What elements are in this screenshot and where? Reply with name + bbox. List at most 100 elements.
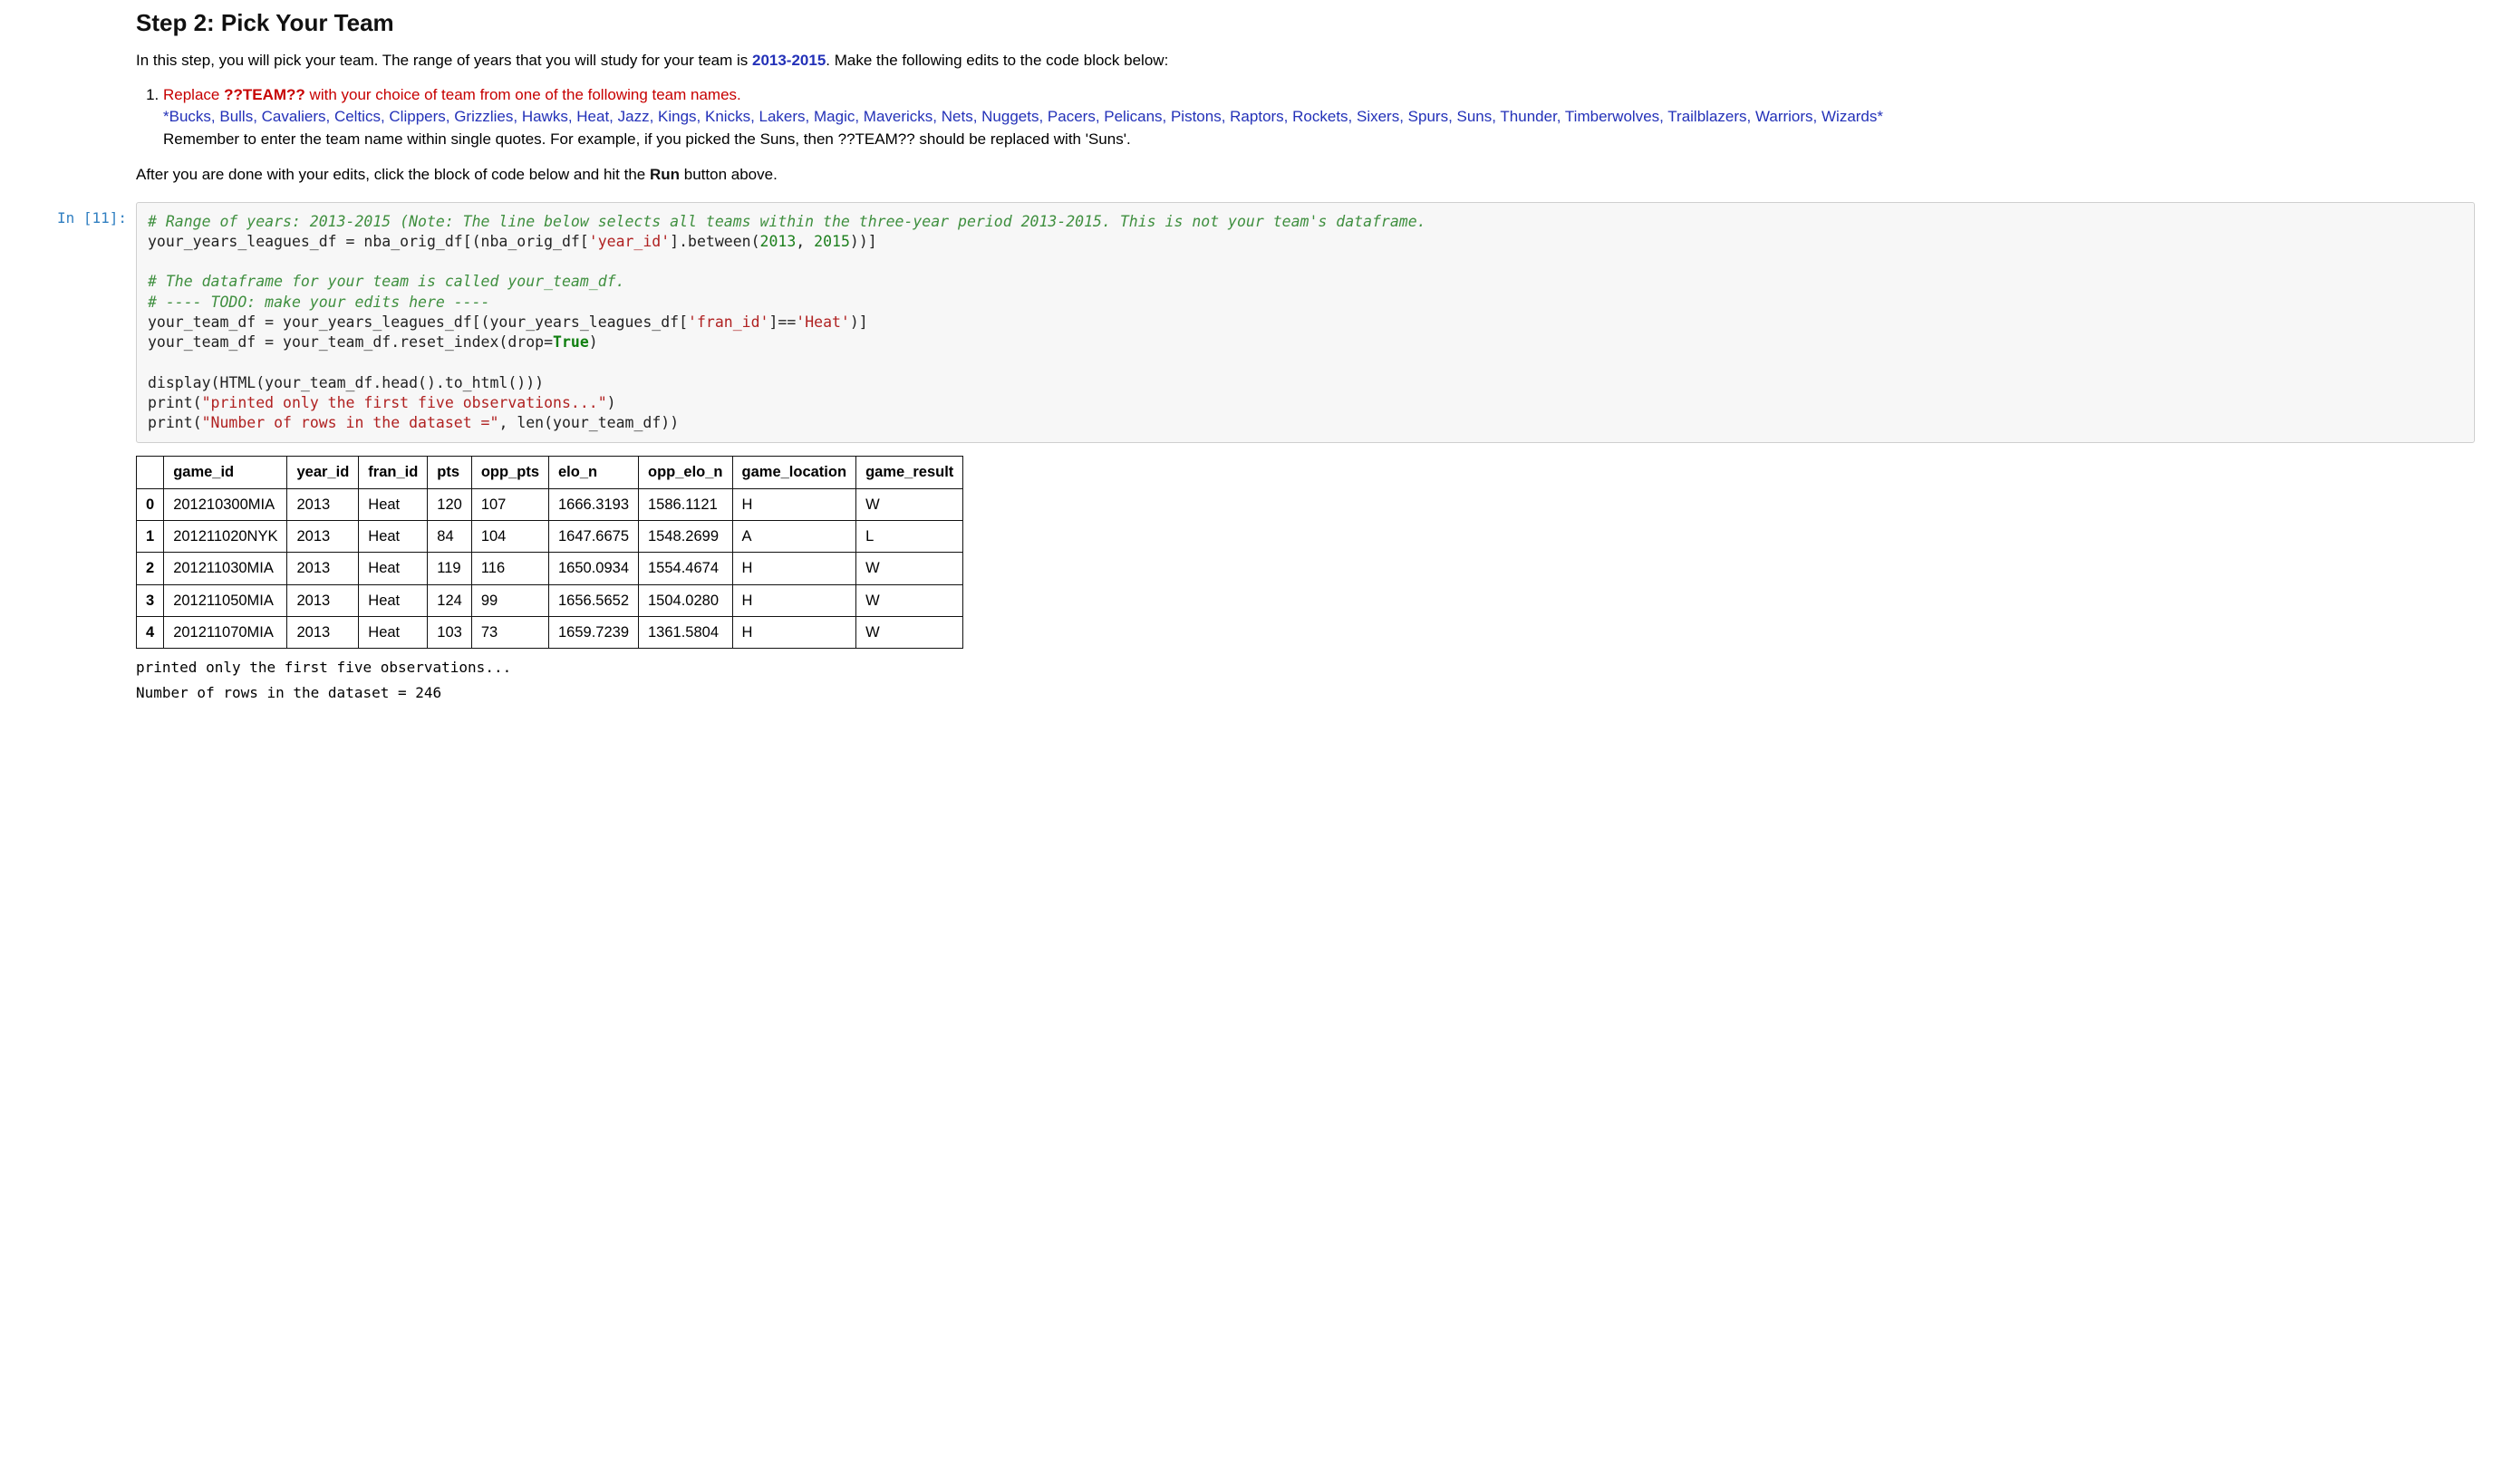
table-cell: H <box>732 488 856 520</box>
code-l2h: 2015 <box>814 233 850 250</box>
code-l5b: = <box>265 313 274 331</box>
intro-text-a: In this step, you will pick your team. T… <box>136 52 752 69</box>
code-l5h: )] <box>850 313 868 331</box>
code-l6b: = <box>265 333 274 351</box>
code-l2b: = <box>346 233 355 250</box>
table-cell: 2013 <box>287 488 359 520</box>
code-l2a: your_years_leagues_df <box>148 233 346 250</box>
table-cell: 1586.1121 <box>639 488 733 520</box>
code-l5d: 'fran_id' <box>688 313 768 331</box>
team-list: *Bucks, Bulls, Cavaliers, Celtics, Clipp… <box>163 108 1883 125</box>
code-l2e: ].between( <box>670 233 759 250</box>
after-paragraph: After you are done with your edits, clic… <box>136 164 2475 186</box>
code-l9a: print <box>148 414 193 431</box>
table-cell: 1659.7239 <box>549 616 639 648</box>
team-token: ??TEAM?? <box>224 86 305 103</box>
table-cell: 119 <box>428 553 472 584</box>
table-cell: H <box>732 553 856 584</box>
table-cell: 73 <box>471 616 548 648</box>
red-a: Replace <box>163 86 224 103</box>
comment-3: # The dataframe for your team is called … <box>148 273 625 290</box>
code-body: # Range of years: 2013-2015 (Note: The l… <box>136 202 2475 703</box>
instruction-list: Replace ??TEAM?? with your choice of tea… <box>136 84 2475 151</box>
code-output: game_idyear_idfran_idptsopp_ptselo_nopp_… <box>136 443 2475 702</box>
table-row: 1201211020NYK2013Heat841041647.66751548.… <box>137 520 963 552</box>
table-cell: Heat <box>359 488 428 520</box>
table-cell: L <box>856 520 963 552</box>
instruction-red: Replace ??TEAM?? with your choice of tea… <box>163 86 741 103</box>
table-cell: W <box>856 553 963 584</box>
red-b: with your choice of team from one of the… <box>305 86 741 103</box>
comment-1: # Range of years: 2013-2015 (Note: The l… <box>148 213 1426 230</box>
table-cell: W <box>856 616 963 648</box>
instruction-item: Replace ??TEAM?? with your choice of tea… <box>163 84 2475 151</box>
table-cell: 201211050MIA <box>164 584 287 616</box>
code-l6e: True <box>553 333 589 351</box>
table-row-index: 0 <box>137 488 164 520</box>
code-l6d: = <box>544 333 553 351</box>
table-cell: 1650.0934 <box>549 553 639 584</box>
table-cell: Heat <box>359 520 428 552</box>
table-cell: Heat <box>359 616 428 648</box>
intro-years: 2013-2015 <box>752 52 826 69</box>
table-cell: 201211020NYK <box>164 520 287 552</box>
table-cell: 2013 <box>287 553 359 584</box>
table-header-cell: fran_id <box>359 457 428 488</box>
table-cell: 201210300MIA <box>164 488 287 520</box>
table-cell: 1647.6675 <box>549 520 639 552</box>
table-cell: 1548.2699 <box>639 520 733 552</box>
output-text-1: printed only the first five observations… <box>136 658 2475 678</box>
run-word: Run <box>650 166 680 183</box>
output-table: game_idyear_idfran_idptsopp_ptselo_nopp_… <box>136 456 963 649</box>
table-cell: 2013 <box>287 616 359 648</box>
table-cell: Heat <box>359 584 428 616</box>
code-l8d: ) <box>607 394 616 411</box>
code-l5c: your_years_leagues_df[(your_years_league… <box>274 313 688 331</box>
prompt-empty: In [ ]: <box>18 9 136 198</box>
table-header-row: game_idyear_idfran_idptsopp_ptselo_nopp_… <box>137 457 963 488</box>
code-l9e: len <box>517 414 544 431</box>
table-row: 3201211050MIA2013Heat124991656.56521504.… <box>137 584 963 616</box>
code-l6f: ) <box>589 333 598 351</box>
table-header-cell: game_location <box>732 457 856 488</box>
code-l5e: ] <box>768 313 778 331</box>
intro-text-b: . Make the following edits to the code b… <box>826 52 1168 69</box>
table-cell: 103 <box>428 616 472 648</box>
code-l8a: print <box>148 394 193 411</box>
code-l8c: "printed only the first five observation… <box>202 394 607 411</box>
code-l8b: ( <box>193 394 202 411</box>
table-cell: 99 <box>471 584 548 616</box>
after-a: After you are done with your edits, clic… <box>136 166 650 183</box>
table-header-cell: opp_elo_n <box>639 457 733 488</box>
table-cell: 1554.4674 <box>639 553 733 584</box>
table-cell: 104 <box>471 520 548 552</box>
table-cell: 1666.3193 <box>549 488 639 520</box>
code-l6c: your_team_df.reset_index(drop <box>274 333 544 351</box>
table-row-index: 2 <box>137 553 164 584</box>
code-l9b: ( <box>193 414 202 431</box>
code-cell: In [11]: # Range of years: 2013-2015 (No… <box>18 202 2475 703</box>
code-l2d: 'year_id' <box>589 233 670 250</box>
code-l9c: "Number of rows in the dataset =" <box>202 414 499 431</box>
after-b: button above. <box>680 166 778 183</box>
table-row: 4201211070MIA2013Heat103731659.72391361.… <box>137 616 963 648</box>
table-row-index: 1 <box>137 520 164 552</box>
table-cell: 84 <box>428 520 472 552</box>
table-row-index: 4 <box>137 616 164 648</box>
table-header-cell: game_id <box>164 457 287 488</box>
table-cell: A <box>732 520 856 552</box>
table-header-cell: elo_n <box>549 457 639 488</box>
table-header-cell: pts <box>428 457 472 488</box>
code-l7: display(HTML(your_team_df.head().to_html… <box>148 374 544 391</box>
table-row: 2201211030MIA2013Heat1191161650.09341554… <box>137 553 963 584</box>
comment-4: # ---- TODO: make your edits here ---- <box>148 294 490 311</box>
table-cell: 1504.0280 <box>639 584 733 616</box>
code-l6a: your_team_df <box>148 333 265 351</box>
table-cell: 201211030MIA <box>164 553 287 584</box>
code-input-area[interactable]: # Range of years: 2013-2015 (Note: The l… <box>136 202 2475 444</box>
table-cell: Heat <box>359 553 428 584</box>
code-l5f: == <box>778 313 796 331</box>
code-l2f: 2013 <box>760 233 797 250</box>
table-cell: 107 <box>471 488 548 520</box>
table-cell: 120 <box>428 488 472 520</box>
